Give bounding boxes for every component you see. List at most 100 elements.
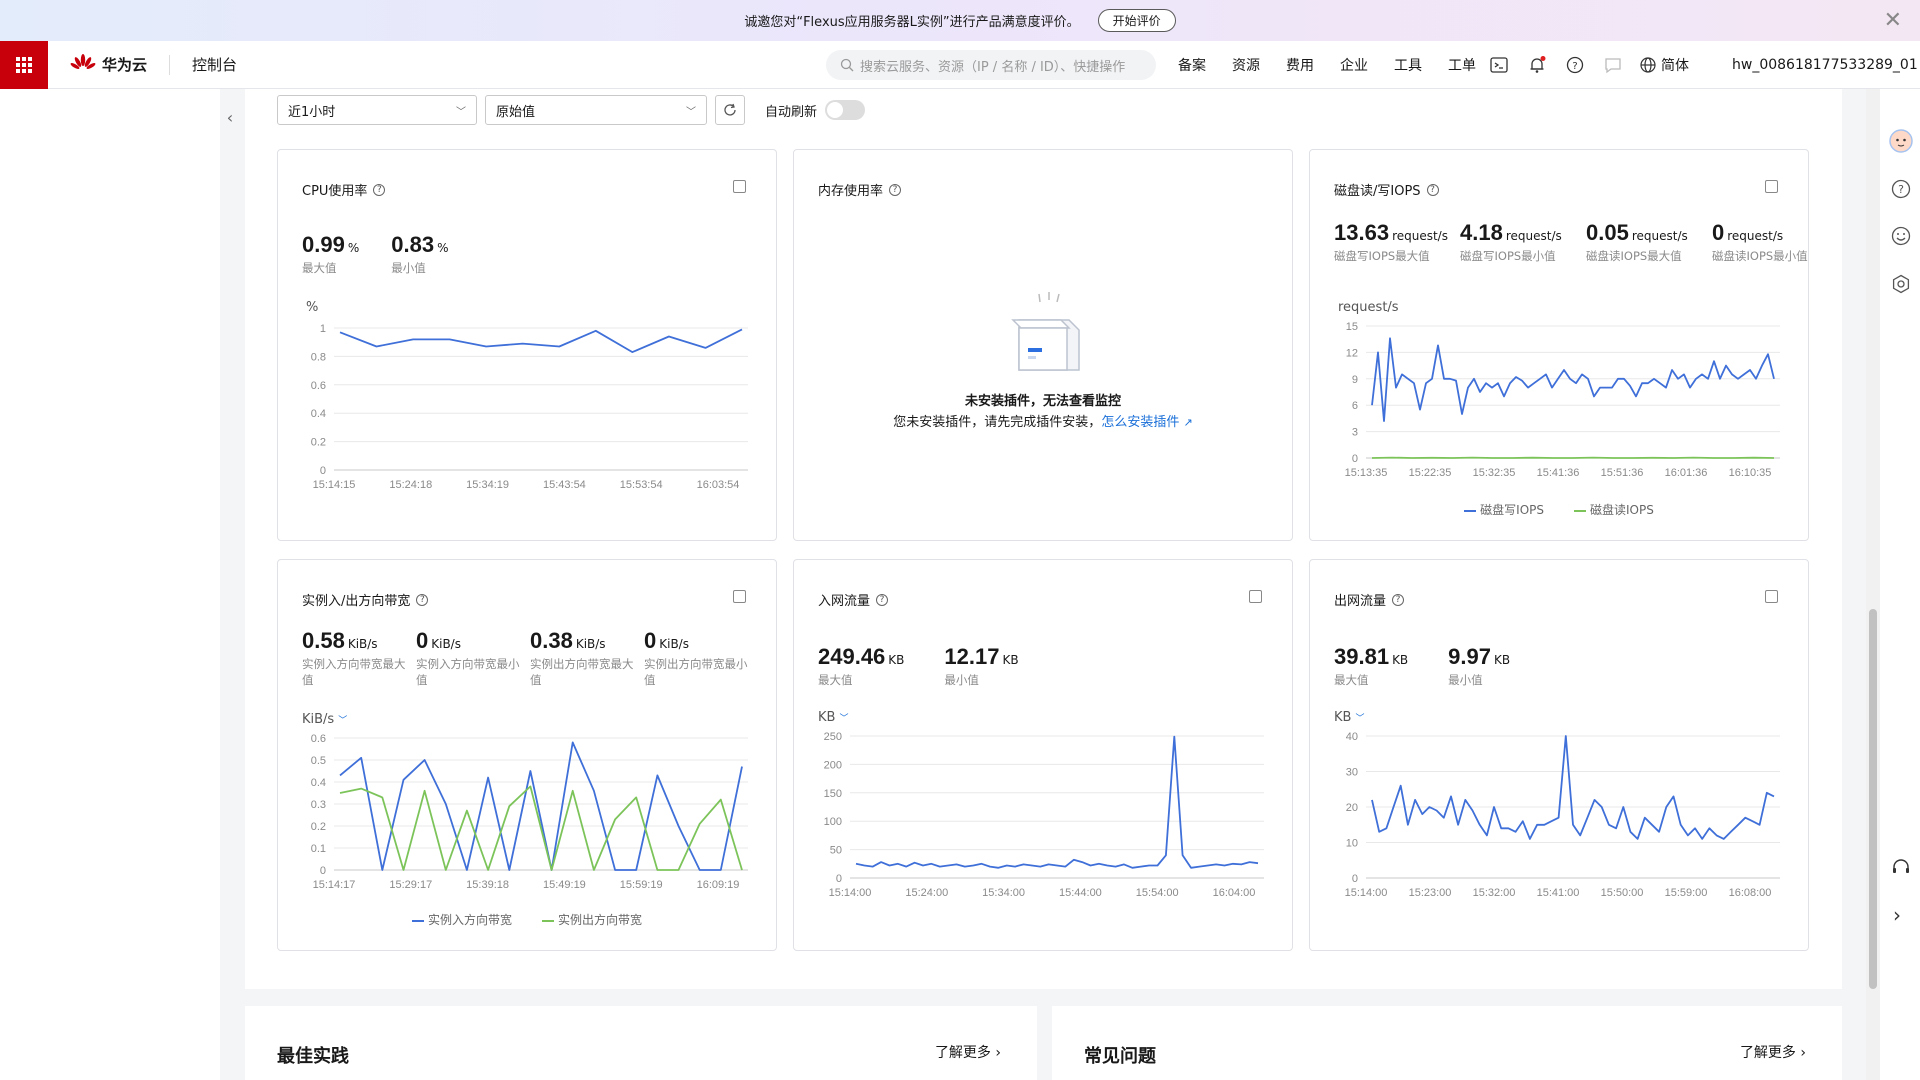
outbound-stats: 39.81 KB 最大值 9.97 KB 最小值 xyxy=(1334,644,1542,688)
cpu-usage-card: CPU使用率? 0.99% 最大值 0.83% 最小值 % 0 0.2 0.4 0.6 0.… xyxy=(277,149,777,541)
nav-tickets[interactable]: 工单 xyxy=(1448,55,1476,75)
y-tick-label: 0 xyxy=(320,865,326,877)
headset-icon[interactable] xyxy=(1891,857,1911,881)
help-icon[interactable]: ? xyxy=(1392,593,1405,606)
x-tick-label: 16:04:00 xyxy=(1213,887,1256,899)
value-type-select[interactable]: 原始值 ﹀ xyxy=(485,95,707,125)
stat-unit: % xyxy=(437,241,449,255)
stat-label: 最大值 xyxy=(302,261,337,275)
language-switcher[interactable]: 简体 xyxy=(1640,41,1689,89)
logo-text: 华为云 xyxy=(102,56,148,74)
card-title: 实例入/出方向带宽? xyxy=(302,590,429,609)
stat: 0.83% 最小值 xyxy=(391,232,448,276)
legend-item[interactable]: 实例出方向带宽 xyxy=(542,911,642,928)
legend-item[interactable]: 磁盘写IOPS xyxy=(1464,501,1544,518)
series-line xyxy=(339,785,743,871)
learn-more-link[interactable]: 了解更多 › xyxy=(935,1042,1001,1062)
search-placeholder: 搜索云服务、资源（IP / 名称 / ID）、快捷操作 xyxy=(860,59,1126,75)
close-icon[interactable]: ✕ xyxy=(1884,8,1902,33)
x-tick-label: 15:43:54 xyxy=(543,479,586,491)
stat-label: 实例入方向带宽最小值 xyxy=(416,657,520,687)
unit-dropdown[interactable]: KiB/s ﹀ xyxy=(302,712,347,727)
filter-bar: 近1小时 ﹀ 原始值 ﹀ 自动刷新 xyxy=(277,95,866,125)
expand-icon[interactable] xyxy=(733,180,746,193)
help-icon[interactable]: ? xyxy=(889,183,902,196)
x-tick-label: 15:44:00 xyxy=(1059,887,1102,899)
language-label: 简体 xyxy=(1661,58,1689,74)
legend-item[interactable]: 磁盘读IOPS xyxy=(1574,501,1654,518)
nav-resources[interactable]: 资源 xyxy=(1232,55,1260,75)
disk-stats: 13.63 request/s 磁盘写IOPS最大值 4.18 request/s 磁盘… xyxy=(1334,220,1812,264)
chevron-down-icon: ﹀ xyxy=(338,716,348,726)
avatar[interactable] xyxy=(1889,129,1913,157)
gear-icon[interactable] xyxy=(1891,274,1911,298)
monitoring-panel: 近1小时 ﹀ 原始值 ﹀ 自动刷新 CPU使用率? 0.99% 最大值 0.83%… xyxy=(245,89,1842,989)
x-tick-label: 15:24:18 xyxy=(389,479,432,491)
account-name: hw_008618177533289_01 xyxy=(1732,57,1918,73)
best-practice-title: 最佳实践 xyxy=(277,1046,349,1067)
legend-label: 磁盘读IOPS xyxy=(1590,503,1654,517)
memory-title: 内存使用率 xyxy=(818,184,884,199)
huawei-cloud-logo[interactable]: 华为云 xyxy=(70,53,148,76)
chevron-down-icon: ﹀ xyxy=(839,714,849,724)
terminal-icon[interactable] xyxy=(1490,56,1508,74)
stat-unit: KB xyxy=(1002,653,1019,667)
global-search-input[interactable]: 搜索云服务、资源（IP / 名称 / ID）、快捷操作 xyxy=(826,50,1156,80)
y-tick-label: 150 xyxy=(824,788,842,800)
page-scrollbar[interactable] xyxy=(1866,89,1880,1080)
refresh-button[interactable] xyxy=(715,95,745,125)
stat-unit: KiB/s xyxy=(431,637,461,651)
scrollbar-thumb[interactable] xyxy=(1869,609,1877,989)
service-menu-icon[interactable] xyxy=(0,40,48,89)
y-tick-label: 3 xyxy=(1352,427,1358,439)
legend-label: 实例入方向带宽 xyxy=(427,913,512,927)
x-tick-label: 15:49:19 xyxy=(543,879,586,891)
help-icon[interactable]: ? xyxy=(1426,183,1439,196)
y-unit: request/s xyxy=(1338,300,1399,315)
stat-unit: % xyxy=(347,241,360,255)
unit-dropdown[interactable]: KB ﹀ xyxy=(1334,710,1364,725)
console-link[interactable]: 控制台 xyxy=(192,54,237,75)
expand-icon[interactable] xyxy=(1765,180,1778,193)
nav-billing[interactable]: 费用 xyxy=(1286,55,1314,75)
stat-unit: KiB/s xyxy=(659,637,689,651)
expand-rail-icon[interactable]: › xyxy=(1893,903,1901,927)
auto-refresh-toggle[interactable] xyxy=(825,100,866,120)
x-tick-label: 15:34:00 xyxy=(982,887,1025,899)
feedback-icon[interactable] xyxy=(1604,56,1622,74)
account-menu[interactable]: hw_008618177533289_01 xyxy=(1732,41,1918,89)
series-line xyxy=(339,741,743,871)
y-tick-label: 0.6 xyxy=(311,380,326,392)
help-icon[interactable]: ? xyxy=(1891,179,1911,203)
help-icon[interactable]: ? xyxy=(416,593,429,606)
y-tick-label: 0 xyxy=(1352,873,1358,885)
help-icon[interactable]: ? xyxy=(876,593,889,606)
y-tick-label: 0 xyxy=(320,465,326,477)
x-tick-label: 15:34:19 xyxy=(466,479,509,491)
nav-enterprise[interactable]: 企业 xyxy=(1340,55,1368,75)
card-title: 磁盘读/写IOPS? xyxy=(1334,180,1439,199)
legend-item[interactable]: 实例入方向带宽 xyxy=(411,911,512,928)
stat-value: 0.83 xyxy=(391,232,435,257)
x-tick-label: 16:01:36 xyxy=(1665,467,1708,479)
empty-desc-row: 您未安装插件，请先完成插件安装，怎么安装插件 ↗ xyxy=(794,411,1292,430)
learn-more-link[interactable]: 了解更多 › xyxy=(1740,1042,1806,1062)
help-icon[interactable]: ? xyxy=(1566,56,1584,74)
smile-feedback-icon[interactable] xyxy=(1891,226,1911,250)
bell-icon[interactable] xyxy=(1528,56,1546,74)
install-plugin-link[interactable]: 怎么安装插件 xyxy=(1101,415,1179,430)
expand-icon[interactable] xyxy=(733,590,746,603)
start-survey-button[interactable]: 开始评价 xyxy=(1097,9,1176,32)
refresh-icon xyxy=(724,103,736,116)
expand-icon[interactable] xyxy=(1249,590,1262,603)
y-tick-label: 0.3 xyxy=(311,799,326,811)
x-tick-label: 15:22:35 xyxy=(1409,467,1452,479)
stat-unit: request/s xyxy=(1505,229,1562,243)
collapse-sidebar-icon[interactable]: ‹ xyxy=(220,89,240,145)
time-range-select[interactable]: 近1小时 ﹀ xyxy=(277,95,477,125)
help-icon[interactable]: ? xyxy=(373,183,386,196)
unit-dropdown[interactable]: KB ﹀ xyxy=(818,710,848,725)
nav-filing[interactable]: 备案 xyxy=(1178,55,1206,75)
expand-icon[interactable] xyxy=(1765,590,1778,603)
nav-tools[interactable]: 工具 xyxy=(1394,55,1422,75)
